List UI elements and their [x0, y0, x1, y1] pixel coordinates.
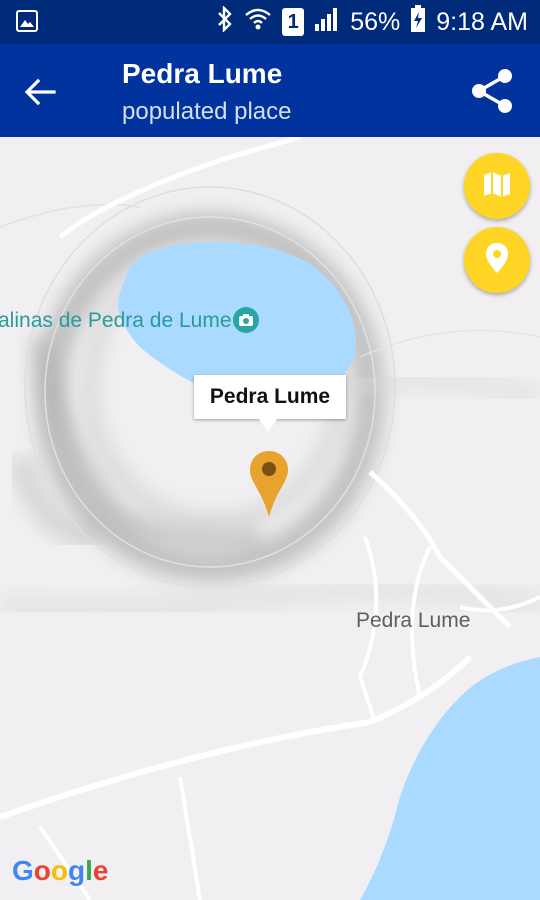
battery-charging-icon: [410, 4, 426, 40]
map-icon: [481, 168, 513, 205]
google-logo: Google: [12, 855, 109, 886]
status-bar: 1 56% 9:18 AM: [0, 0, 540, 44]
page-title: Pedra Lume: [122, 58, 283, 89]
lake-label: alinas de Pedra de Lume: [0, 309, 232, 332]
camera-poi-icon[interactable]: [233, 307, 259, 333]
map-view[interactable]: alinas de Pedra de Lume Pedra Lume Pedra…: [0, 137, 540, 900]
clock: 9:18 AM: [436, 7, 528, 36]
share-icon[interactable]: [468, 66, 518, 116]
map-marker-icon[interactable]: [248, 449, 290, 519]
info-window-pointer: [258, 418, 278, 432]
bluetooth-icon: [216, 4, 234, 39]
back-arrow-icon[interactable]: [22, 74, 58, 110]
page-subtitle: populated place: [122, 98, 292, 125]
my-location-button[interactable]: [464, 227, 530, 293]
place-label: Pedra Lume: [356, 609, 471, 632]
signal-icon: [314, 6, 340, 39]
app-bar: Pedra Lume populated place: [0, 44, 540, 137]
battery-percent: 56%: [350, 7, 401, 36]
map-type-button[interactable]: [464, 153, 530, 219]
sim-icon: 1: [282, 8, 305, 36]
wifi-icon: [244, 7, 272, 38]
location-pin-icon: [482, 241, 512, 280]
marker-info-window[interactable]: Pedra Lume: [194, 375, 346, 419]
gallery-notification-icon: [16, 10, 38, 37]
